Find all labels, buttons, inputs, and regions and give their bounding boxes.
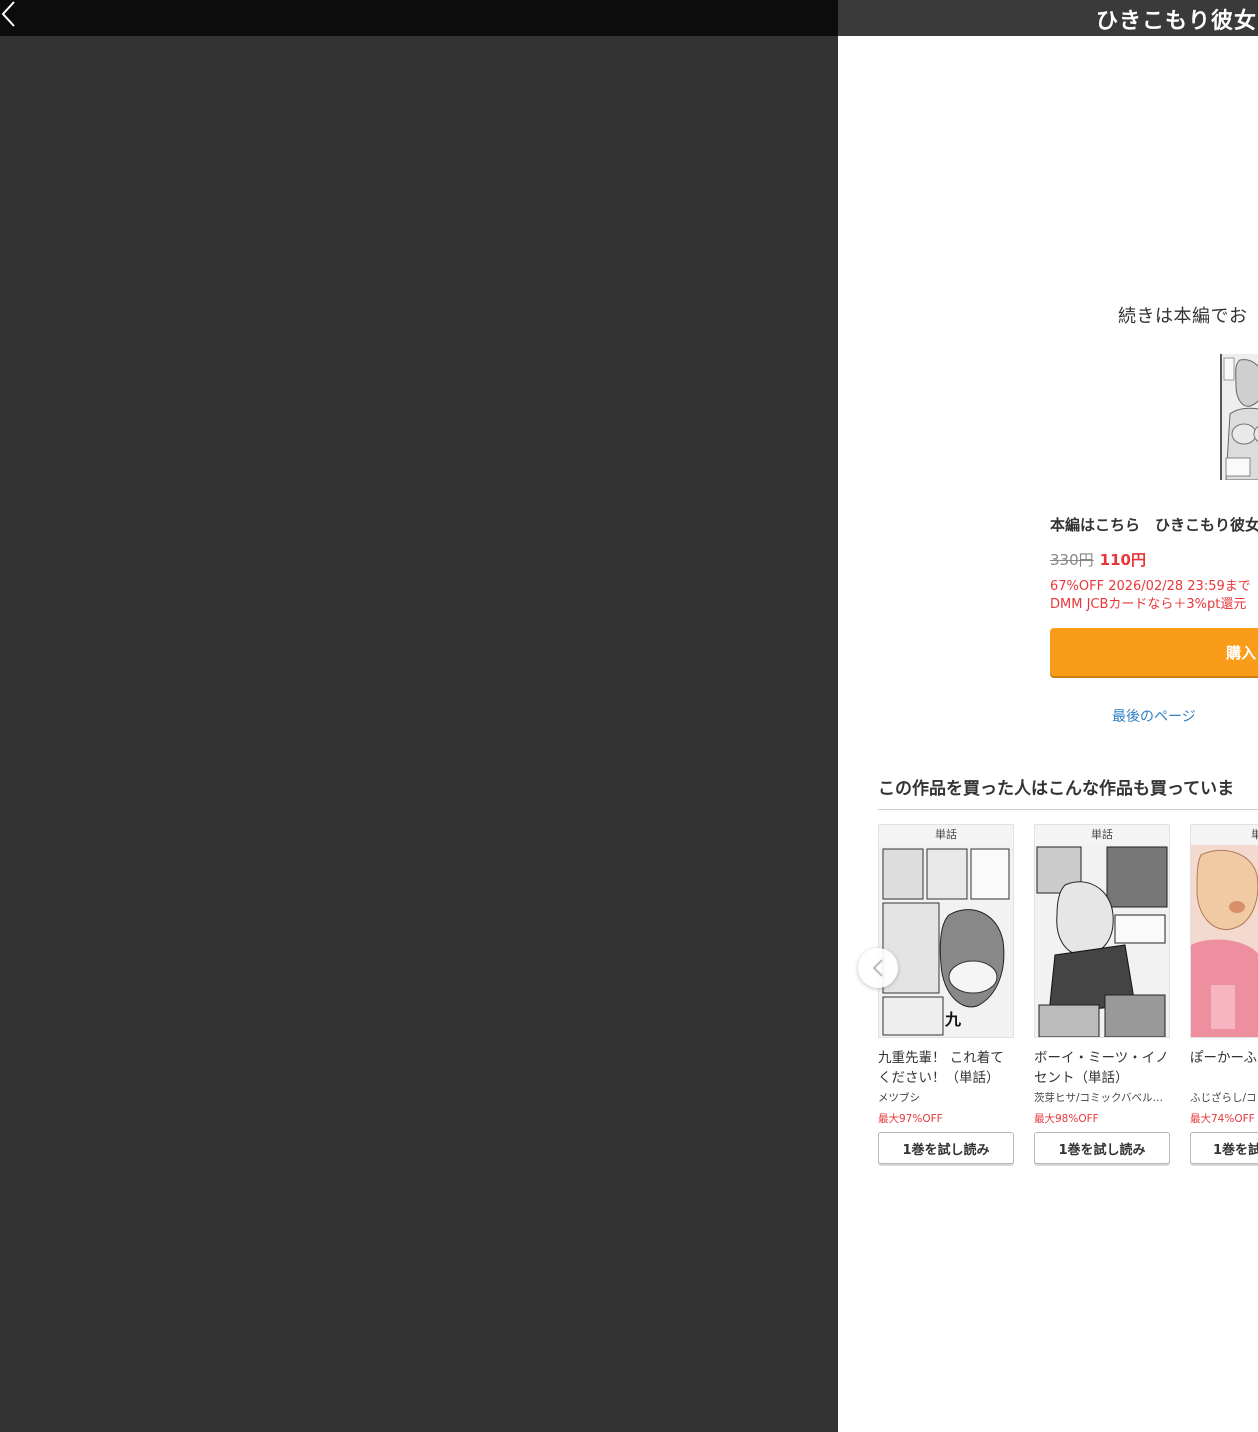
card-discount: 最大97%OFF: [878, 1113, 943, 1125]
cover-art-icon: [1222, 354, 1258, 480]
main-volume-cover[interactable]: [1220, 354, 1258, 480]
back-button[interactable]: [0, 0, 24, 30]
sale-period: 67%OFF 2026/02/28 23:59まで: [1050, 579, 1251, 594]
card-discount: 最大98%OFF: [1034, 1113, 1099, 1125]
sale-price: 110円: [1099, 551, 1146, 569]
recommendation-card[interactable]: 単 ぽーかーふ（単話） ふじざらし/コ 最大74%OFF 1巻を試: [1190, 824, 1258, 1164]
top-bar: ひきこもり彼女: [0, 0, 1258, 36]
card-title[interactable]: ボーイ・ミーツ・イノセント（単話）: [1034, 1048, 1170, 1088]
chevron-left-icon: [1, 1, 15, 27]
chevron-left-icon: [872, 959, 883, 977]
card-title[interactable]: ぽーかーふ（単話）: [1190, 1048, 1258, 1088]
cover-art-icon: [1035, 845, 1169, 1037]
buy-button-label: 購入: [1226, 644, 1257, 662]
cover-art-icon: [1191, 845, 1258, 1037]
carousel-prev-button[interactable]: [858, 948, 898, 988]
end-of-sample-panel: 続きは本編でお 本編はこちら ひきこもり彼女 330円 110円 67%OFF 2…: [838, 36, 1258, 1432]
continue-message: 続きは本編でお: [1118, 306, 1248, 327]
trial-read-button[interactable]: 1巻を試し読み: [878, 1132, 1014, 1164]
card-cover[interactable]: 単話: [1034, 824, 1170, 1038]
card-cover[interactable]: 単: [1190, 824, 1258, 1038]
recommendation-card[interactable]: 単話 ボーイ・ミーツ・イノセント（単話） 茨芽ヒサ/コミックバベル… 最大98%…: [1034, 824, 1170, 1164]
trial-read-button[interactable]: 1巻を試: [1190, 1132, 1258, 1164]
card-cover[interactable]: 単話 九: [878, 824, 1014, 1038]
card-badge: 単話: [1035, 825, 1169, 845]
original-price: 330円: [1050, 551, 1094, 569]
page-title: ひきこもり彼女: [1096, 9, 1258, 34]
buy-button[interactable]: 購入: [1050, 628, 1258, 676]
card-discount: 最大74%OFF: [1190, 1113, 1255, 1125]
cover-art-icon: 九: [879, 845, 1013, 1037]
card-author: 茨芽ヒサ/コミックバベル…: [1034, 1092, 1164, 1104]
card-author: ふじざらし/コ: [1190, 1092, 1257, 1104]
card-badge: 単: [1191, 825, 1258, 845]
main-volume-link[interactable]: 本編はこちら ひきこもり彼女: [1050, 514, 1258, 535]
card-author: メツブシ: [878, 1092, 920, 1104]
reader-left-page[interactable]: [0, 36, 838, 1432]
price-row: 330円 110円: [1050, 549, 1258, 570]
card-title[interactable]: 九重先輩！ これ着てください！（単話）: [878, 1048, 1014, 1088]
trial-read-button[interactable]: 1巻を試し読み: [1034, 1132, 1170, 1164]
svg-text:九: 九: [944, 1010, 961, 1029]
recommendation-card[interactable]: 単話 九 九重先輩！ これ着てください！（単話） メツブシ 最大97%OFF 1…: [878, 824, 1014, 1164]
main-volume-info: 本編はこちら ひきこもり彼女 330円 110円 67%OFF 2026/02/2…: [1050, 514, 1258, 614]
card-badge: 単話: [879, 825, 1013, 845]
title-bar: ひきこもり彼女: [838, 0, 1258, 36]
recommendations-heading: この作品を買った人はこんな作品も買っていま: [878, 774, 1258, 810]
last-page-link[interactable]: 最後のページ: [1112, 706, 1196, 726]
card-bonus: DMM JCBカードなら＋3%pt還元: [1050, 597, 1247, 612]
